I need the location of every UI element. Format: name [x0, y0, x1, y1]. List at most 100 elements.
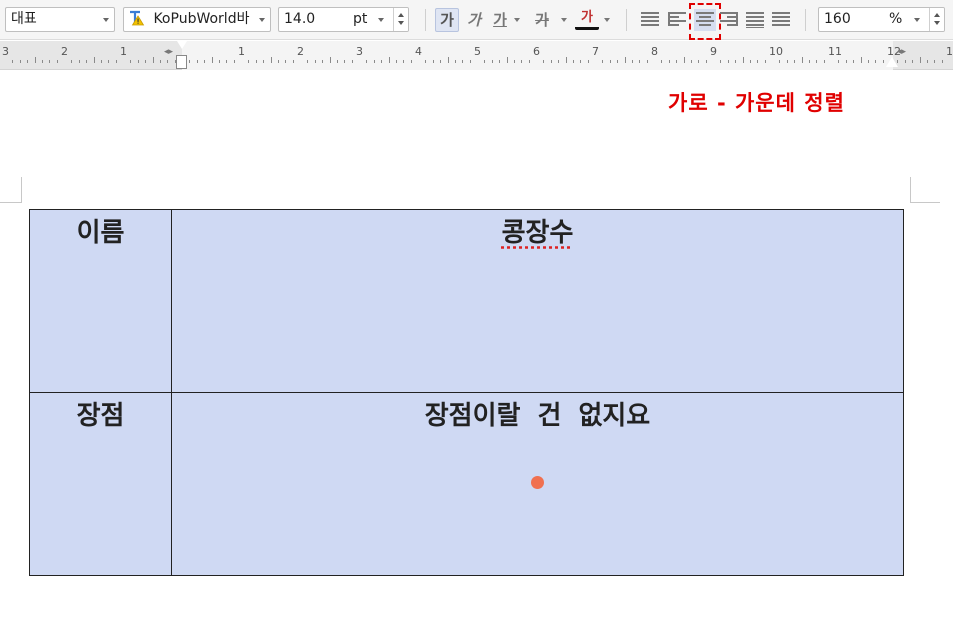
align-left-button[interactable] — [668, 10, 688, 30]
ruler-tick — [322, 60, 323, 63]
zoom-value: 160 — [824, 11, 851, 27]
ruler-tick — [108, 60, 109, 63]
ruler-tick — [212, 57, 213, 63]
ruler-tick — [130, 60, 131, 63]
right-indent-marker[interactable] — [886, 57, 898, 67]
cell-text: 장점이랄 건 없지요 — [424, 401, 651, 431]
ruler-tick — [160, 60, 161, 63]
chevron-down-icon[interactable] — [514, 18, 520, 22]
ruler-number: 7 — [592, 45, 599, 58]
ruler-tick — [344, 60, 345, 63]
divider — [805, 9, 806, 31]
chevron-down-icon[interactable] — [378, 18, 384, 22]
zoom-stepper[interactable] — [929, 8, 944, 31]
ruler-tick — [558, 60, 559, 63]
align-justify-button[interactable] — [641, 10, 661, 30]
font-size-stepper[interactable] — [393, 8, 408, 31]
zoom-field[interactable]: 160 % — [818, 7, 945, 32]
stepper-down-icon[interactable] — [934, 21, 940, 25]
ruler-tick — [448, 57, 449, 63]
ruler-tick — [49, 60, 50, 63]
stepper-up-icon[interactable] — [934, 13, 940, 17]
ruler-number: 10 — [769, 45, 783, 58]
ruler-tick — [337, 60, 338, 63]
ruler-tick — [883, 60, 884, 63]
align-split-button[interactable] — [772, 10, 792, 30]
font-select-value: KoPubWorld바 — [153, 11, 250, 27]
ruler-tick — [573, 60, 574, 63]
ruler-tick — [138, 60, 139, 63]
font-select[interactable]: KoPubWorld바 — [123, 7, 271, 32]
page-corner-mark — [910, 177, 940, 203]
ruler-tick — [639, 60, 640, 63]
ruler-tick — [580, 60, 581, 63]
chevron-down-icon[interactable] — [914, 18, 920, 22]
ruler-tick — [676, 60, 677, 63]
bold-button[interactable]: 가 — [435, 8, 459, 32]
ruler-tick — [809, 60, 810, 63]
table-row[interactable]: 이름 콩장수 — [29, 209, 904, 393]
zoom-unit: % — [889, 11, 903, 27]
table-cell-value[interactable]: 콩장수 — [171, 209, 904, 393]
ruler-tick — [35, 57, 36, 63]
cell-text: 장점 — [76, 401, 125, 431]
ruler-tick — [234, 60, 235, 63]
ruler-number: 5 — [474, 45, 481, 58]
ruler-tick — [256, 60, 257, 63]
ruler-tick — [669, 60, 670, 63]
ruler-tick — [625, 57, 626, 63]
font-size-value: 14.0 — [284, 11, 316, 27]
chevron-down-icon[interactable] — [561, 18, 567, 22]
ruler-tick — [27, 60, 28, 63]
font-color-button[interactable]: 가 — [575, 8, 599, 30]
ruler-tick — [352, 60, 353, 63]
ruler-tick — [411, 60, 412, 63]
divider — [626, 9, 627, 31]
ruler-tick — [617, 60, 618, 63]
table-row[interactable]: 장점 장점이랄 건 없지요 — [29, 392, 904, 576]
cell-text: 콩장수 — [501, 218, 574, 248]
horizontal-ruler[interactable]: 32112345678910111213 ◂▸ ◂▸ — [0, 41, 953, 70]
divider — [425, 9, 426, 31]
first-line-indent-marker[interactable] — [177, 41, 187, 49]
ruler-tick — [167, 60, 168, 63]
ruler-tick — [942, 60, 943, 63]
left-margin-arrow-icon[interactable]: ◂▸ — [164, 47, 173, 57]
left-indent-marker[interactable] — [176, 55, 187, 69]
chevron-down-icon[interactable] — [604, 18, 610, 22]
align-right-button[interactable] — [720, 10, 740, 30]
italic-button[interactable]: 가 — [462, 8, 486, 32]
font-size-unit: pt — [353, 11, 368, 27]
ruler-tick — [743, 57, 744, 63]
right-margin-arrow-icon[interactable]: ◂▸ — [897, 47, 906, 57]
ruler-tick — [875, 60, 876, 63]
ruler-number: 1 — [238, 45, 245, 58]
ruler-tick — [514, 60, 515, 63]
align-distribute-button[interactable] — [746, 10, 766, 30]
ruler-tick — [566, 57, 567, 63]
ruler-tick — [728, 60, 729, 63]
stepper-down-icon[interactable] — [398, 21, 404, 25]
strikethrough-button[interactable]: 가 — [530, 8, 554, 32]
ruler-tick — [226, 60, 227, 63]
table-cell-label[interactable]: 이름 — [29, 209, 172, 393]
underline-button[interactable]: 가 — [488, 8, 512, 32]
content-table[interactable]: 이름 콩장수 장점 장점이랄 건 없지요 — [29, 209, 904, 576]
table-cell-label[interactable]: 장점 — [29, 392, 172, 576]
cell-text: 이름 — [76, 218, 125, 248]
document-page[interactable]: 가로 - 가운데 정렬 이름 콩장수 장점 장점이랄 건 없지요 — [0, 71, 953, 620]
ruler-tick — [750, 60, 751, 63]
font-size-field[interactable]: 14.0 pt — [278, 7, 409, 32]
font-warning-icon — [128, 10, 146, 31]
ruler-tick — [934, 60, 935, 63]
ruler-tick — [403, 60, 404, 63]
ruler-number: 3 — [2, 45, 9, 58]
ruler-tick — [684, 57, 685, 63]
ruler-tick — [846, 60, 847, 63]
ruler-tick — [71, 60, 72, 63]
stepper-up-icon[interactable] — [398, 13, 404, 17]
ruler-tick — [720, 60, 721, 63]
style-select[interactable]: 대표 — [5, 7, 115, 32]
ruler-tick — [920, 57, 921, 63]
ruler-tick — [153, 57, 154, 63]
